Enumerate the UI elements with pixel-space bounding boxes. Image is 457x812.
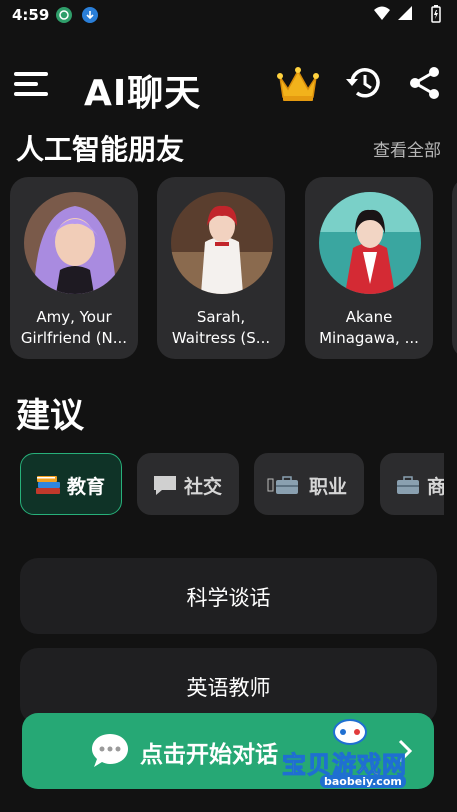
category-chip-education[interactable]: 教育 (20, 453, 122, 515)
briefcase-icon (395, 474, 421, 496)
category-chips[interactable]: 教育 社交 职业 商 (0, 453, 444, 517)
chat-bubble-icon (152, 474, 178, 496)
watermark-url: baobeiy.com (320, 775, 406, 788)
avatar (319, 192, 421, 294)
signal-icon (398, 6, 412, 20)
battery-icon (431, 5, 441, 23)
status-bar: 4:59 (0, 0, 457, 30)
suggestion-label: 科学谈话 (186, 586, 271, 610)
avatar (171, 192, 273, 294)
category-chip-business[interactable]: 商 (380, 453, 444, 515)
friend-card-akane[interactable]: Akane Minagawa, ... (305, 177, 433, 359)
start-chat-label: 点击开始对话 (140, 742, 278, 768)
see-all-link[interactable]: 查看全部 (373, 136, 441, 161)
wifi-icon (374, 6, 390, 20)
category-chip-career[interactable]: 职业 (254, 453, 364, 515)
suggestions-section-title: 建议 (16, 396, 84, 436)
share-icon[interactable] (408, 66, 442, 104)
status-time: 4:59 (12, 6, 50, 24)
friends-carousel[interactable]: Amy, Your Girlfriend (N... Sarah, Waitre… (0, 177, 457, 359)
gamepad-logo-icon (333, 719, 367, 745)
category-chip-label: 商 (427, 476, 444, 498)
chat-app-notification-icon (56, 7, 72, 23)
friend-name: Amy, Your Girlfriend (N... (20, 308, 128, 347)
suggestion-label: 英语教师 (186, 676, 271, 700)
avatar (24, 192, 126, 294)
friend-card-partial[interactable] (452, 177, 457, 359)
friends-section-header: 人工智能朋友 查看全部 (0, 124, 457, 168)
watermark: 宝贝游戏网 baobeiy.com (282, 717, 428, 795)
friend-name: Sarah, Waitress (S... (171, 308, 271, 347)
friends-section-title: 人工智能朋友 (16, 133, 185, 166)
category-chip-label: 教育 (67, 476, 106, 498)
friend-card-sarah[interactable]: Sarah, Waitress (S... (157, 177, 285, 359)
app-bar: AI聊天 (0, 56, 457, 114)
menu-icon[interactable] (14, 70, 48, 98)
books-icon (35, 474, 61, 496)
history-icon[interactable] (344, 65, 382, 105)
chat-bubble-icon (90, 732, 130, 774)
friend-name: Akane Minagawa, ... (319, 308, 419, 347)
download-notification-icon (82, 7, 98, 23)
category-chip-label: 社交 (184, 476, 223, 498)
crown-icon[interactable] (276, 65, 320, 107)
friend-card-amy[interactable]: Amy, Your Girlfriend (N... (10, 177, 138, 359)
category-chip-label: 职业 (309, 476, 348, 498)
briefcase-icon (267, 474, 299, 496)
category-chip-social[interactable]: 社交 (137, 453, 239, 515)
app-title: AI聊天 (84, 73, 202, 114)
suggestion-item-science-talk[interactable]: 科学谈话 (20, 558, 437, 634)
